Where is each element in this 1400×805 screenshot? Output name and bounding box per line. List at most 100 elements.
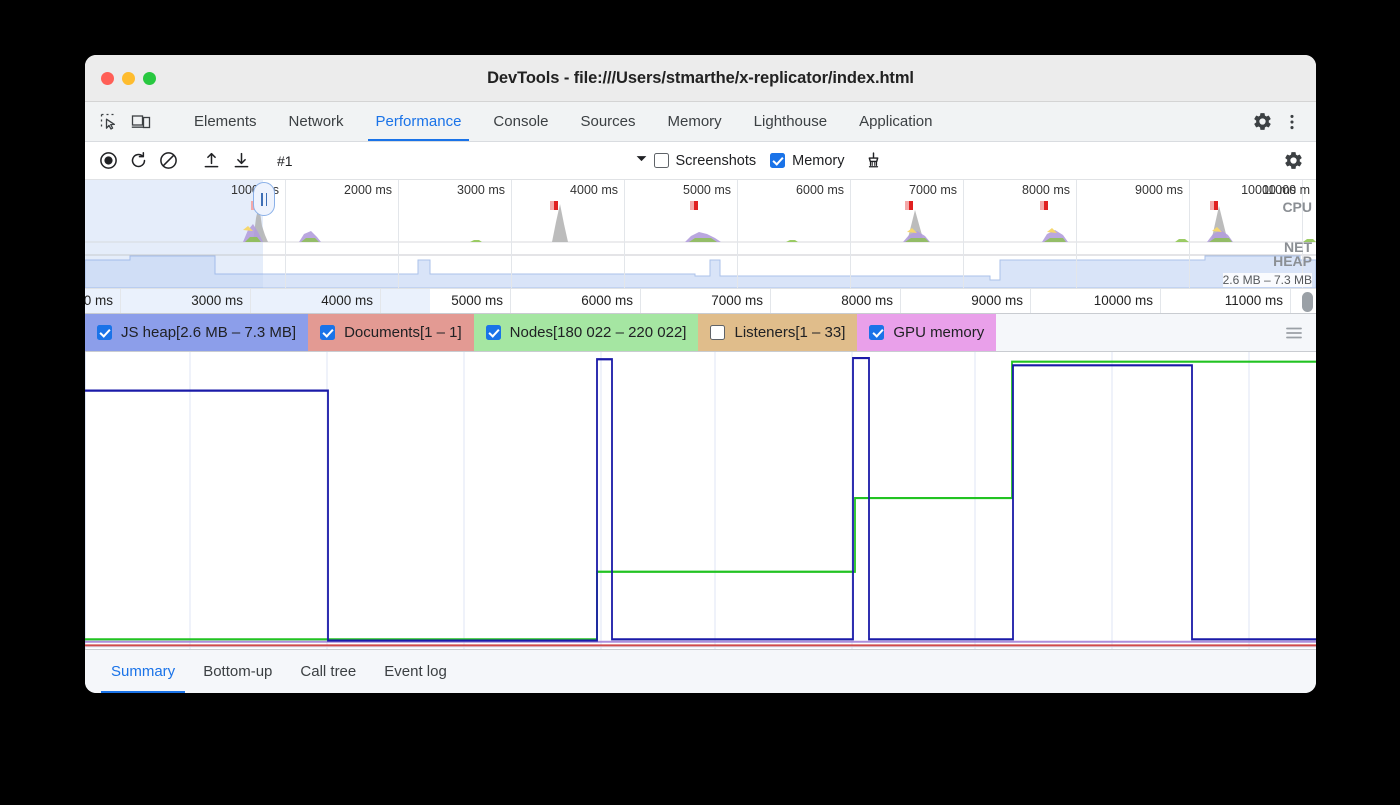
heap-range-note: 2.6 MB – 7.3 MB bbox=[1223, 273, 1312, 287]
legend-nodes[interactable]: Nodes[180 022 – 220 022] bbox=[474, 314, 699, 351]
legend-documents-checkbox bbox=[320, 325, 335, 340]
tab-console-label: Console bbox=[493, 113, 548, 130]
ruler-tick-label: 9000 ms bbox=[971, 293, 1030, 308]
details-tab-event-log[interactable]: Event log bbox=[370, 650, 461, 693]
details-tab-bottom-up[interactable]: Bottom-up bbox=[189, 650, 286, 693]
tab-elements[interactable]: Elements bbox=[178, 102, 273, 141]
screenshots-label: Screenshots bbox=[676, 153, 757, 169]
ruler-tick-label: 10000 ms bbox=[1094, 293, 1160, 308]
details-tab-call-tree[interactable]: Call tree bbox=[286, 650, 370, 693]
memory-checkbox[interactable]: Memory bbox=[770, 153, 844, 169]
legend-documents-label: Documents[1 – 1] bbox=[344, 324, 462, 341]
tab-network-label: Network bbox=[289, 113, 344, 130]
tab-application[interactable]: Application bbox=[843, 102, 948, 141]
tab-lighthouse[interactable]: Lighthouse bbox=[738, 102, 843, 141]
legend-spacer bbox=[996, 314, 1284, 351]
save-profile-button[interactable] bbox=[226, 147, 256, 175]
legend-listeners-checkbox bbox=[710, 325, 725, 340]
legend-js-heap-checkbox bbox=[97, 325, 112, 340]
overview-tick-label: 5000 ms bbox=[683, 183, 737, 197]
legend-nodes-checkbox bbox=[486, 325, 501, 340]
profile-selector-value: #1 bbox=[277, 153, 293, 169]
details-tab-event-log-label: Event log bbox=[384, 663, 447, 680]
ruler-tick-label: 8000 ms bbox=[841, 293, 900, 308]
legend-js-heap-label: JS heap[2.6 MB – 7.3 MB] bbox=[121, 324, 296, 341]
legend-listeners[interactable]: Listeners[1 – 33] bbox=[698, 314, 857, 351]
counters-plot bbox=[85, 352, 1316, 649]
tab-elements-label: Elements bbox=[194, 113, 257, 130]
settings-gear-icon[interactable] bbox=[1248, 108, 1276, 136]
tab-performance[interactable]: Performance bbox=[360, 102, 478, 141]
devtools-window: DevTools - file:///Users/stmarthe/x-repl… bbox=[85, 55, 1316, 693]
overview-tick-label: 7000 ms bbox=[909, 183, 963, 197]
ruler-tick-label: 4000 ms bbox=[321, 293, 380, 308]
device-toolbar-icon[interactable] bbox=[127, 108, 155, 136]
screenshots-checkbox[interactable]: Screenshots bbox=[654, 153, 757, 169]
timeline-overview[interactable]: 1000 ms 2000 ms 3000 ms 4000 ms 5000 ms … bbox=[85, 180, 1316, 288]
tab-application-label: Application bbox=[859, 113, 932, 130]
legend-nodes-label: Nodes[180 022 – 220 022] bbox=[510, 324, 687, 341]
profile-selector[interactable]: #1 bbox=[277, 152, 654, 170]
legend-listeners-label: Listeners[1 – 33] bbox=[734, 324, 845, 341]
collect-garbage-icon[interactable] bbox=[859, 147, 889, 175]
screenshots-checkbox-box bbox=[654, 153, 669, 168]
legend-gpu-memory-checkbox bbox=[869, 325, 884, 340]
overview-tick-label: 11000 m bbox=[1262, 183, 1316, 197]
series-js-heap bbox=[85, 358, 1316, 641]
devtools-tabbar: Elements Network Performance Console Sou… bbox=[85, 102, 1316, 142]
tabbar-left-icons bbox=[85, 102, 178, 141]
memory-label: Memory bbox=[792, 153, 844, 169]
details-tabbar: Summary Bottom-up Call tree Event log bbox=[85, 649, 1316, 693]
memory-checkbox-box bbox=[770, 153, 785, 168]
capture-settings-gear-icon[interactable] bbox=[1278, 147, 1308, 175]
overview-tick-label: 3000 ms bbox=[457, 183, 511, 197]
overview-tick-label: 2000 ms bbox=[344, 183, 398, 197]
details-tab-call-tree-label: Call tree bbox=[300, 663, 356, 680]
inspect-element-icon[interactable] bbox=[95, 108, 123, 136]
legend-gpu-memory[interactable]: GPU memory bbox=[857, 314, 996, 351]
window-title: DevTools - file:///Users/stmarthe/x-repl… bbox=[85, 69, 1316, 88]
memory-counters-chart[interactable] bbox=[85, 352, 1316, 649]
overview-tick-label: 9000 ms bbox=[1135, 183, 1189, 197]
overview-tick-label: 6000 ms bbox=[796, 183, 850, 197]
window-titlebar: DevTools - file:///Users/stmarthe/x-repl… bbox=[85, 55, 1316, 102]
overview-selection-handle[interactable] bbox=[253, 182, 275, 216]
more-options-icon[interactable] bbox=[1278, 108, 1306, 136]
panel-tabs: Elements Network Performance Console Sou… bbox=[178, 102, 1233, 141]
legend-js-heap[interactable]: JS heap[2.6 MB – 7.3 MB] bbox=[85, 314, 308, 351]
tab-memory[interactable]: Memory bbox=[652, 102, 738, 141]
legend-options-menu[interactable] bbox=[1284, 314, 1316, 351]
counters-legend: JS heap[2.6 MB – 7.3 MB] Documents[1 – 1… bbox=[85, 314, 1316, 352]
timeline-ruler[interactable]: 2000 ms 3000 ms 4000 ms 5000 ms 6000 ms … bbox=[85, 288, 1316, 314]
reload-and-record-button[interactable] bbox=[123, 147, 153, 175]
ruler-tick-label: 2000 ms bbox=[85, 293, 120, 308]
tab-lighthouse-label: Lighthouse bbox=[754, 113, 827, 130]
record-button[interactable] bbox=[93, 147, 123, 175]
legend-gpu-memory-label: GPU memory bbox=[893, 324, 984, 341]
tab-performance-label: Performance bbox=[376, 113, 462, 130]
ruler-tick-label: 3000 ms bbox=[191, 293, 250, 308]
load-profile-button[interactable] bbox=[196, 147, 226, 175]
overview-tick-label: 4000 ms bbox=[570, 183, 624, 197]
ruler-tick-label: 6000 ms bbox=[581, 293, 640, 308]
tab-memory-label: Memory bbox=[668, 113, 722, 130]
details-tab-summary[interactable]: Summary bbox=[97, 650, 189, 693]
series-nodes bbox=[85, 362, 1316, 640]
tab-sources[interactable]: Sources bbox=[564, 102, 651, 141]
ruler-tick-label: 11000 ms bbox=[1225, 293, 1290, 308]
clear-button[interactable] bbox=[153, 147, 183, 175]
tabbar-right-icons bbox=[1233, 102, 1316, 141]
performance-toolbar: #1 Screenshots Memory bbox=[85, 142, 1316, 180]
ruler-tick-label: 5000 ms bbox=[451, 293, 510, 308]
ruler-tick-label: 7000 ms bbox=[711, 293, 770, 308]
vertical-scrollbar-thumb[interactable] bbox=[1302, 292, 1313, 312]
tab-console[interactable]: Console bbox=[477, 102, 564, 141]
hamburger-menu-icon bbox=[1284, 325, 1304, 341]
details-tab-summary-label: Summary bbox=[111, 663, 175, 680]
details-tab-bottom-up-label: Bottom-up bbox=[203, 663, 272, 680]
tab-sources-label: Sources bbox=[580, 113, 635, 130]
tab-network[interactable]: Network bbox=[273, 102, 360, 141]
chevron-down-icon bbox=[635, 152, 648, 170]
overview-tick-label: 8000 ms bbox=[1022, 183, 1076, 197]
legend-documents[interactable]: Documents[1 – 1] bbox=[308, 314, 474, 351]
